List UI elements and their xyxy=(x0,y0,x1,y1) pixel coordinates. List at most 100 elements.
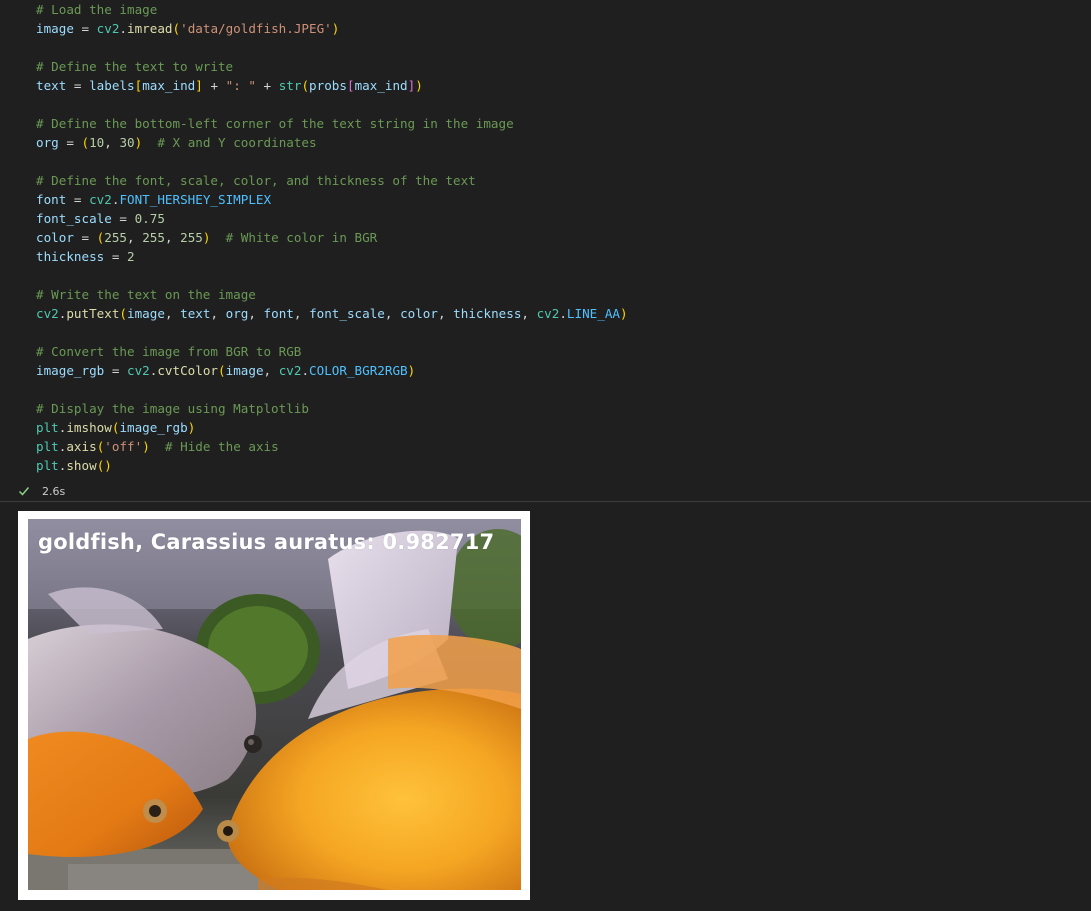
code-line[interactable]: image_rgb = cv2.cvtColor(image, cv2.COLO… xyxy=(36,361,628,380)
code-token: show xyxy=(66,458,97,473)
code-token: cv2 xyxy=(96,21,120,36)
code-token: = xyxy=(66,192,90,207)
code-line[interactable] xyxy=(36,95,628,114)
goldfish-image xyxy=(28,519,521,890)
code-token: font xyxy=(36,192,67,207)
code-token: thickness xyxy=(453,306,522,321)
code-line[interactable]: # Load the image xyxy=(36,0,628,19)
code-line[interactable] xyxy=(36,38,628,57)
code-token: , xyxy=(104,135,120,150)
code-line[interactable]: # Define the bottom-left corner of the t… xyxy=(36,114,628,133)
execution-time: 2.6s xyxy=(42,484,66,498)
code-token: image xyxy=(225,363,264,378)
code-line[interactable] xyxy=(36,380,628,399)
code-token: ] xyxy=(195,78,203,93)
code-token: , xyxy=(437,306,454,321)
code-token: color xyxy=(400,306,438,321)
code-line[interactable] xyxy=(36,266,628,285)
code-line[interactable]: org = (10, 30) # X and Y coordinates xyxy=(36,133,628,152)
code-token: cv2 xyxy=(536,306,560,321)
code-token: cv2 xyxy=(36,306,59,321)
code-token: [ xyxy=(346,78,355,93)
code-token: plt xyxy=(36,458,59,473)
code-token: 2 xyxy=(127,249,135,264)
code-line[interactable]: # Define the text to write xyxy=(36,57,628,76)
code-line[interactable]: # Define the font, scale, color, and thi… xyxy=(36,171,628,190)
cell-status: 2.6s xyxy=(18,482,65,500)
code-token: 255 xyxy=(104,230,128,245)
code-token: ) xyxy=(415,78,423,93)
code-token: , xyxy=(127,230,143,245)
code-token: imshow xyxy=(66,420,112,435)
code-token: = xyxy=(66,78,90,93)
code-token: 'off' xyxy=(104,439,143,454)
code-token: 30 xyxy=(119,135,135,150)
code-token: () xyxy=(96,458,112,473)
code-token: image_rgb xyxy=(36,363,105,378)
code-token: , xyxy=(293,306,310,321)
code-token: = xyxy=(73,230,97,245)
code-token: . xyxy=(559,306,567,321)
code-token: imread xyxy=(127,21,173,36)
code-line[interactable]: thickness = 2 xyxy=(36,247,628,266)
code-line[interactable]: # Write the text on the image xyxy=(36,285,628,304)
code-token: putText xyxy=(66,306,120,321)
code-token: color xyxy=(36,230,74,245)
code-token: , xyxy=(164,306,181,321)
code-line[interactable] xyxy=(36,152,628,171)
code-token: = xyxy=(111,211,135,226)
code-token: = xyxy=(104,363,127,378)
code-token: font_scale xyxy=(309,306,385,321)
code-line[interactable]: color = (255, 255, 255) # White color in… xyxy=(36,228,628,247)
code-token: image xyxy=(36,21,74,36)
code-line[interactable]: # Convert the image from BGR to RGB xyxy=(36,342,628,361)
code-token: font xyxy=(263,306,294,321)
code-token: 10 xyxy=(89,135,105,150)
code-line[interactable]: plt.imshow(image_rgb) xyxy=(36,418,628,437)
code-token: ) xyxy=(187,420,196,435)
code-token: cv2 xyxy=(127,363,150,378)
code-line[interactable]: plt.show() xyxy=(36,456,628,475)
matplotlib-figure: goldfish, Carassius auratus: 0.982717 xyxy=(18,511,530,900)
code-line[interactable]: font = cv2.FONT_HERSHEY_SIMPLEX xyxy=(36,190,628,209)
code-token: org xyxy=(225,306,249,321)
code-editor[interactable]: # Load the image image = cv2.imread('data… xyxy=(36,0,628,475)
code-token: text xyxy=(180,306,211,321)
output-cell: goldfish, Carassius auratus: 0.982717 xyxy=(0,502,1091,911)
code-token: font_scale xyxy=(36,211,112,226)
code-token: ( xyxy=(81,135,90,150)
code-token: org xyxy=(36,135,59,150)
code-token: axis xyxy=(66,439,97,454)
code-token: + xyxy=(255,78,279,93)
code-token: ( xyxy=(172,21,181,36)
code-token: # Display the image using Matplotlib xyxy=(36,401,309,416)
code-line[interactable]: image = cv2.imread('data/goldfish.JPEG') xyxy=(36,19,628,38)
code-line[interactable]: font_scale = 0.75 xyxy=(36,209,628,228)
code-token: # X and Y coordinates xyxy=(157,135,317,150)
code-line[interactable]: plt.axis('off') # Hide the axis xyxy=(36,437,628,456)
code-cell[interactable]: # Load the image image = cv2.imread('data… xyxy=(0,0,1091,500)
code-token: # Load the image xyxy=(36,2,158,17)
code-token: . xyxy=(119,21,128,36)
code-token: # Define the bottom-left corner of the t… xyxy=(36,116,514,131)
code-token: ( xyxy=(301,78,310,93)
code-line[interactable]: # Display the image using Matplotlib xyxy=(36,399,628,418)
code-token: 255 xyxy=(142,230,165,245)
code-token: ": " xyxy=(225,78,256,93)
code-token: cv2 xyxy=(278,363,302,378)
code-token: , xyxy=(248,306,264,321)
code-token: # Define the text to write xyxy=(36,59,234,74)
code-line[interactable] xyxy=(36,323,628,342)
code-line[interactable]: cv2. putText(image, text, org, font, font… xyxy=(36,304,628,323)
code-token: = xyxy=(58,135,82,150)
code-token: str xyxy=(278,78,302,93)
prediction-label: goldfish, Carassius auratus: 0.982717 xyxy=(38,530,495,554)
code-line[interactable]: text = labels[max_ind] + ": " + str(prob… xyxy=(36,76,628,95)
code-token: ) xyxy=(142,439,150,454)
code-token: ) xyxy=(331,21,340,36)
code-token: ( xyxy=(218,363,226,378)
code-token: # Hide the axis xyxy=(164,439,279,454)
code-token: . xyxy=(301,363,310,378)
code-token: 'data/goldfish.JPEG' xyxy=(180,21,332,36)
